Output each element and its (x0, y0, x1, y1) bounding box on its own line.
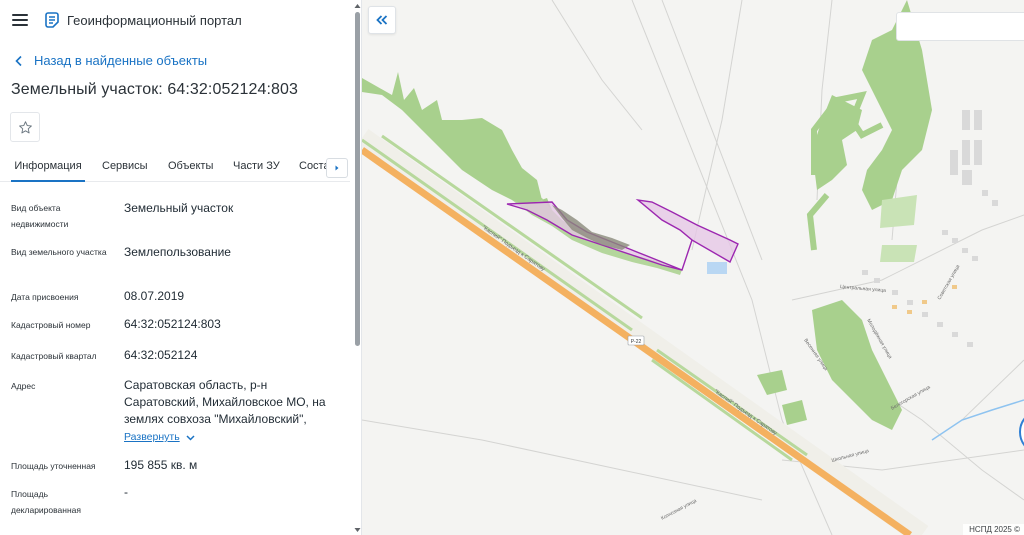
property-value: Земельный участок (124, 201, 234, 215)
property-label: Адрес (11, 381, 36, 391)
property-value: - (124, 485, 128, 499)
scroll-up-icon[interactable] (353, 2, 362, 10)
collapse-panel-button[interactable] (368, 6, 396, 34)
map-search-input[interactable] (897, 13, 1024, 40)
street-label: Советская улица (937, 264, 962, 301)
property-label: Кадастровый квартал (11, 351, 97, 361)
map-view[interactable]: Р-22 "Каспий" Подъезд к Саратову "Каспий… (362, 0, 1024, 535)
portal-logo-icon[interactable] (45, 12, 59, 28)
star-icon (18, 120, 32, 133)
property-value: 64:32:052124 (124, 348, 198, 362)
chevron-right-icon (335, 165, 339, 171)
road-number: Р-22 (631, 339, 642, 345)
tab-parts[interactable]: Части ЗУ (233, 152, 280, 182)
address-text: Саратовская область, р-н Саратовский, Ми… (124, 378, 326, 426)
tabs-next-button[interactable] (326, 158, 348, 178)
property-label: Дата присвоения (11, 292, 79, 302)
street-label: Белогорская улица (890, 384, 932, 411)
property-value: Землепользование (124, 245, 231, 259)
back-to-results-link[interactable]: Назад в найденные объекты (14, 53, 361, 68)
object-tabs: Информация Сервисы Объекты Части ЗУ Сост… (0, 152, 350, 182)
property-value: 195 855 кв. м (124, 458, 198, 472)
street-label: Школьная улица (831, 448, 870, 464)
back-link-label: Назад в найденные объекты (34, 53, 208, 68)
property-value: 64:32:052124:803 (124, 317, 221, 331)
property-label: Кадастровый номер (11, 320, 91, 330)
property-value: 08.07.2019 (124, 289, 185, 303)
scrollbar-thumb[interactable] (355, 12, 360, 346)
tab-objects[interactable]: Объекты (168, 152, 213, 182)
app-title[interactable]: Геоинформационный портал (67, 13, 242, 28)
water-body (707, 262, 727, 274)
property-label: Площадь декларированная (11, 489, 81, 515)
tab-information[interactable]: Информация (11, 152, 85, 182)
street-label: Колхозная улица (660, 498, 698, 522)
map-canvas[interactable]: Р-22 "Каспий" Подъезд к Саратову "Каспий… (362, 0, 1024, 535)
chevron-down-icon (186, 434, 195, 441)
map-search-box[interactable] (896, 12, 1024, 41)
chevron-left-icon (15, 55, 22, 66)
road-label-1: "Каспий" Подъезд к Саратову (481, 224, 547, 273)
property-label: Вид объекта недвижимости (11, 203, 69, 229)
object-title: Земельный участок: 64:32:052124:803 (11, 81, 299, 98)
property-label: Площадь уточненная (11, 461, 96, 471)
road-label-2: "Каспий" Подъезд к Саратову (713, 388, 779, 437)
double-chevron-left-icon (376, 15, 388, 25)
hamburger-icon[interactable] (12, 14, 28, 26)
scroll-down-icon[interactable] (353, 526, 362, 534)
property-label: Вид земельного участка (11, 247, 107, 257)
favorite-button[interactable] (10, 112, 40, 142)
map-control-circle[interactable] (1012, 402, 1024, 462)
map-attribution: НСПД 2025 © (963, 524, 1024, 535)
property-value: Саратовская область, р-н Саратовский, Ми… (124, 377, 336, 446)
tab-services[interactable]: Сервисы (102, 152, 148, 182)
expand-label: Развернуть (124, 431, 180, 443)
app-header: Геоинформационный портал (0, 0, 361, 40)
object-info-panel: Геоинформационный портал Назад в найденн… (0, 0, 362, 535)
street-label: Центральная улица (840, 284, 887, 294)
expand-address-link[interactable]: Развернуть (124, 429, 195, 446)
tab-composition[interactable]: Состав (299, 152, 326, 182)
panel-scrollbar[interactable] (353, 0, 362, 535)
